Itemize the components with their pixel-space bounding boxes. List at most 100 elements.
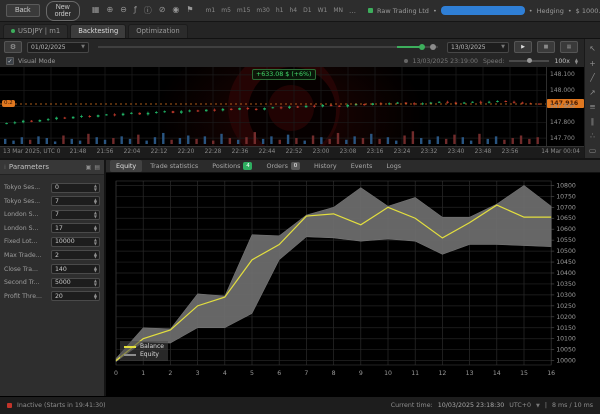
tab-positions[interactable]: Positions4 (206, 160, 258, 172)
svg-text:1: 1 (141, 370, 145, 377)
info-icon[interactable]: ⓘ (144, 5, 152, 16)
shapes-icon[interactable]: ▭ (589, 146, 596, 155)
timeframe-w1[interactable]: W1 (318, 7, 328, 14)
tab-orders[interactable]: Orders0 (260, 160, 306, 172)
new-order-button[interactable]: New order (46, 1, 80, 21)
end-date-select[interactable]: 13/03/2025 ▼ (447, 42, 509, 53)
drawing-tools-bar: ↖ + ╱ ↗ ≡ ∥ ∴ ▭ (584, 39, 600, 158)
time-tick: 21:56 (97, 149, 114, 155)
chart-layout-icon[interactable]: ▦ (92, 5, 100, 16)
stepper-icon[interactable]: ▲▼ (94, 198, 97, 205)
parameter-value: 10000 (55, 238, 75, 245)
time-tick: 22:12 (151, 149, 168, 155)
timeframe-mn[interactable]: MN (333, 7, 343, 14)
timeframe-m1[interactable]: m1 (206, 7, 216, 14)
panel-menu-icon[interactable]: ▤ (94, 164, 100, 171)
tab-usdjpy-m1[interactable]: USDJPY | m1 (3, 24, 68, 38)
timeframe-m15[interactable]: m15 (237, 7, 250, 14)
watchlist-icon[interactable]: ◉ (172, 5, 179, 16)
parameter-input[interactable]: 7▲▼ (51, 196, 100, 206)
pointer-icon[interactable]: ↖ (589, 44, 595, 53)
tab-events[interactable]: Events (345, 160, 379, 172)
timeframe-m5[interactable]: m5 (221, 7, 231, 14)
stepper-icon[interactable]: ▲▼ (94, 279, 97, 286)
account-number-redacted (441, 6, 525, 15)
parameter-input[interactable]: 17▲▼ (51, 223, 100, 233)
stepper-icon[interactable]: ▲▼ (94, 225, 97, 232)
timezone-selector[interactable]: UTC+0 (509, 402, 531, 409)
stepper-icon[interactable]: ▲▼ (94, 252, 97, 259)
speed-stepper[interactable]: ▲ ▼ (575, 58, 578, 65)
slider-end-handle[interactable] (430, 44, 436, 50)
speed-slider-handle[interactable] (527, 58, 532, 63)
backtest-settings-button[interactable]: ⚙ (4, 41, 22, 53)
pattern-icon[interactable]: ∴ (590, 131, 595, 140)
account-mode: Hedging (537, 7, 564, 15)
stepper-icon[interactable]: ▲▼ (94, 266, 97, 273)
play-button[interactable]: ▶ (514, 41, 532, 53)
tab-logs[interactable]: Logs (380, 160, 407, 172)
fibonacci-icon[interactable]: ≡ (589, 102, 595, 111)
account-status-icon (368, 8, 373, 13)
zoom-out-icon[interactable]: ⊖ (120, 5, 127, 16)
price-chart-area: +633.08 $ (+6%) 0.2 147.916 148.100148.0… (0, 67, 584, 146)
drag-handle-icon[interactable]: ⁞ (4, 164, 6, 171)
broker-name: Raw Trading Ltd (377, 7, 429, 15)
timeframe-m30[interactable]: m30 (256, 7, 269, 14)
time-tick: 23:56 (502, 149, 519, 155)
parameter-input[interactable]: 10000 ▲▼ (51, 237, 100, 247)
tab-optimization[interactable]: Optimization (128, 24, 187, 38)
count-badge: 0 (291, 162, 300, 170)
svg-text:10100: 10100 (556, 336, 576, 343)
slider-handle[interactable] (419, 44, 425, 50)
back-button[interactable]: Back (6, 4, 40, 17)
visual-mode-checkbox[interactable]: ✓ (6, 57, 14, 65)
tab-equity[interactable]: Equity (110, 160, 142, 172)
svg-text:4: 4 (223, 370, 227, 377)
arrow-tool-icon[interactable]: ↗ (589, 88, 595, 97)
stepper-icon[interactable]: ▲▼ (94, 238, 97, 245)
crosshair-icon[interactable]: + (589, 59, 595, 68)
channel-icon[interactable]: ∥ (591, 117, 595, 126)
svg-text:15: 15 (520, 370, 528, 377)
tab-backtesting[interactable]: Backtesting (70, 24, 126, 38)
parameter-input[interactable]: 5000▲▼ (51, 278, 100, 288)
stepper-icon[interactable]: ▲▼ (94, 211, 97, 218)
parameter-input[interactable]: 2▲▼ (51, 250, 100, 260)
time-tick: 22:04 (124, 149, 141, 155)
report-button[interactable]: ▦ (560, 41, 578, 53)
timeframe-d1[interactable]: D1 (303, 7, 311, 14)
start-date-select[interactable]: 01/02/2025 ▼ (27, 42, 89, 53)
overflow-menu-icon[interactable]: … (349, 7, 356, 15)
flag-icon[interactable]: ⚑ (186, 5, 193, 16)
backtest-progress-slider[interactable] (98, 46, 438, 48)
parameter-row: London S...7▲▼ (4, 210, 100, 219)
parameter-input[interactable]: 140▲▼ (51, 264, 100, 274)
stepper-icon[interactable]: ▲▼ (94, 184, 97, 191)
parameter-input[interactable]: 20▲▼ (51, 291, 100, 301)
price-chart[interactable]: +633.08 $ (+6%) 0.2 (0, 67, 546, 146)
account-selector[interactable]: Raw Trading Ltd • • Hedging • $ 1000.00 … (368, 6, 600, 15)
stop-button[interactable]: ■ (537, 41, 555, 53)
disable-icon[interactable]: ⊘ (159, 5, 166, 16)
svg-text:11: 11 (411, 370, 419, 377)
timeframe-h1[interactable]: h1 (276, 7, 284, 14)
svg-text:10550: 10550 (556, 237, 576, 244)
dock-icon[interactable]: ▣ (86, 164, 92, 171)
stepper-icon[interactable]: ▲▼ (94, 293, 97, 300)
tab-trade-statistics[interactable]: Trade statistics (144, 160, 204, 172)
parameter-label: Second Tr... (4, 279, 48, 286)
time-axis[interactable]: 13 Mar 2025, UTC 021:4821:5622:0422:1222… (0, 146, 584, 158)
zoom-in-icon[interactable]: ⊕ (106, 5, 113, 16)
speed-slider[interactable] (509, 60, 549, 62)
tab-history[interactable]: History (308, 160, 343, 172)
trendline-icon[interactable]: ╱ (590, 73, 595, 82)
svg-text:6: 6 (277, 370, 281, 377)
parameter-input[interactable]: 0▲▼ (51, 183, 100, 193)
indicators-icon[interactable]: ƒ (134, 5, 137, 16)
timeframe-h4[interactable]: h4 (290, 7, 298, 14)
parameter-label: Fixed Lot... (4, 238, 48, 245)
parameter-input[interactable]: 7▲▼ (51, 210, 100, 220)
price-axis[interactable]: 147.916 148.100148.000147.900147.800147.… (546, 67, 584, 146)
latency-value: 8 ms / 10 ms (552, 402, 593, 409)
